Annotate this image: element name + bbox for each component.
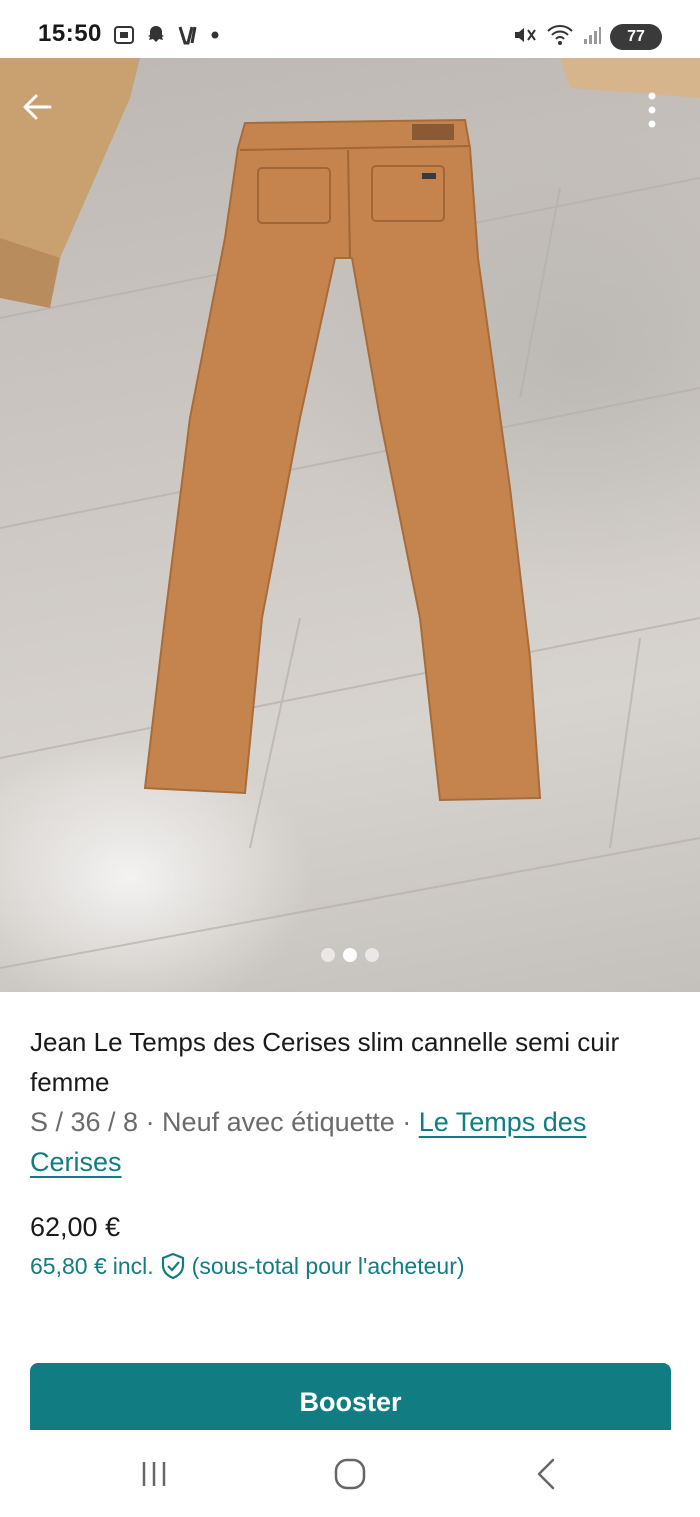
recents-button[interactable]: [124, 1452, 184, 1496]
shield-check-icon: [160, 1252, 186, 1280]
item-title: Jean Le Temps des Cerises slim cannelle …: [30, 1027, 620, 1097]
pagination-dot-active[interactable]: [343, 948, 357, 962]
product-photo[interactable]: [0, 58, 700, 992]
price-incl-label: incl.: [112, 1252, 154, 1279]
item-price: 62,00 €: [30, 1212, 121, 1242]
back-button[interactable]: [20, 90, 64, 134]
battery-icon: 77: [610, 24, 662, 50]
status-bar: 15:50 77: [0, 0, 700, 58]
item-meta-text: S / 36 / 8 · Neuf avec étiquette ·: [30, 1107, 419, 1137]
pagination-dot[interactable]: [321, 948, 335, 962]
photo-pagination: [0, 948, 700, 962]
back-nav-icon: [537, 1458, 555, 1490]
price-incl-note: (sous-total pour l'acheteur): [191, 1252, 465, 1279]
status-left-icons: [112, 22, 222, 52]
snapchat-icon: [144, 23, 168, 52]
mute-icon: [512, 23, 538, 52]
price-incl-buyer[interactable]: 65,80 € incl. (sous-total pour l'acheteu…: [30, 1252, 465, 1280]
screenshot-icon: [112, 23, 136, 52]
arrow-left-icon: [23, 94, 52, 120]
jeans-photo-illustration: [0, 58, 700, 969]
recents-icon: [142, 1462, 166, 1486]
more-options-button[interactable]: [648, 90, 678, 134]
home-button[interactable]: [320, 1452, 380, 1496]
status-right-icons: 77: [512, 22, 662, 52]
price-incl-amount: 65,80 €: [30, 1252, 107, 1279]
status-time: 15:50: [38, 20, 102, 47]
navigation-bar: [0, 1430, 700, 1517]
home-icon: [334, 1458, 366, 1490]
signal-icon: [582, 23, 602, 52]
dot-icon: [208, 23, 222, 52]
wifi-icon: [546, 23, 574, 52]
more-vertical-icon: [648, 92, 656, 128]
item-details: Jean Le Temps des Cerises slim cannelle …: [30, 1022, 675, 1182]
vinted-icon: [176, 23, 200, 52]
item-meta: S / 36 / 8 · Neuf avec étiquette · Le Te…: [30, 1102, 675, 1182]
pagination-dot[interactable]: [365, 948, 379, 962]
back-nav-button[interactable]: [516, 1452, 576, 1496]
